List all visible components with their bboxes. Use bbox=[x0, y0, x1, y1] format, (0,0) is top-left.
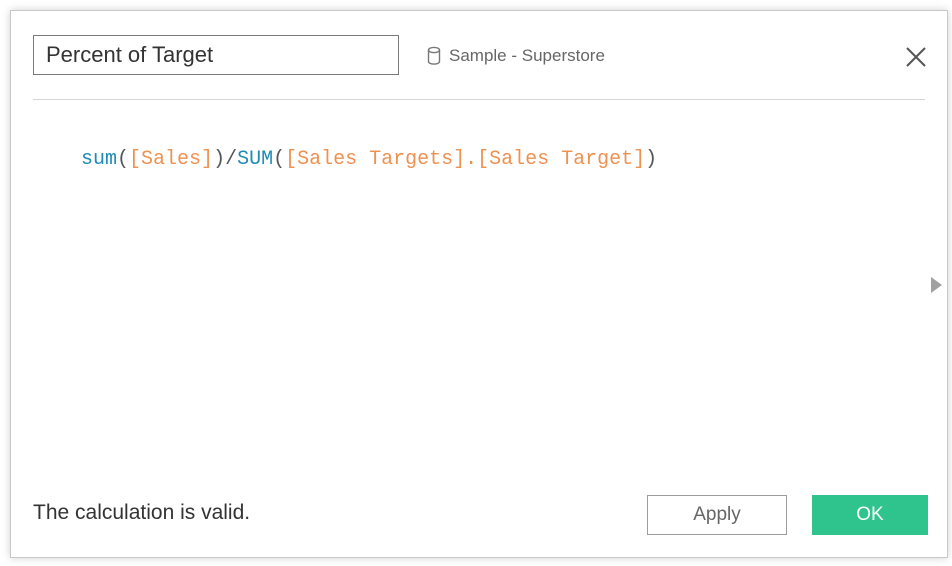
calculation-name-input[interactable] bbox=[33, 35, 399, 75]
calculation-dialog: Sample - Superstore sum([Sales])/SUM([Sa… bbox=[10, 10, 948, 558]
formula-token: SUM bbox=[237, 148, 274, 171]
apply-button[interactable]: Apply bbox=[647, 495, 787, 535]
datasource-indicator: Sample - Superstore bbox=[427, 45, 605, 67]
formula-token: ( bbox=[117, 148, 130, 171]
formula-token: )/ bbox=[213, 148, 238, 171]
ok-button[interactable]: OK bbox=[812, 495, 928, 535]
formula-token: ) bbox=[645, 148, 658, 171]
datasource-label: Sample - Superstore bbox=[449, 46, 605, 65]
validation-status: The calculation is valid. bbox=[33, 501, 251, 524]
formula-token: sum bbox=[81, 148, 118, 171]
formula-token: [Sales Targets].[Sales Target] bbox=[285, 148, 646, 171]
formula-token: ( bbox=[273, 148, 286, 171]
formula-token: [Sales] bbox=[129, 148, 214, 171]
header-divider bbox=[33, 99, 925, 100]
expand-arrow-icon[interactable] bbox=[931, 277, 942, 293]
database-icon bbox=[427, 46, 441, 66]
close-icon[interactable] bbox=[904, 45, 928, 69]
formula-editor[interactable]: sum([Sales])/SUM([Sales Targets].[Sales … bbox=[33, 121, 913, 461]
